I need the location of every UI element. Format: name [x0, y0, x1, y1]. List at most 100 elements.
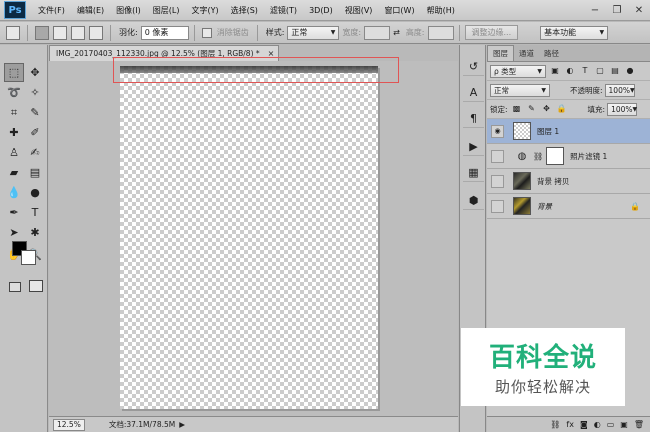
- layer-row[interactable]: 背景 拷贝: [487, 169, 650, 194]
- move-tool-icon[interactable]: ✥: [25, 63, 45, 82]
- document-canvas[interactable]: [120, 66, 378, 409]
- antialias-checkbox[interactable]: [201, 27, 212, 38]
- marquee-preset-icon[interactable]: [6, 25, 20, 40]
- eraser-tool-icon[interactable]: ▰: [4, 163, 24, 182]
- lock-label: 锁定:: [490, 104, 508, 114]
- mask-link-icon[interactable]: ⛓: [533, 152, 543, 161]
- menu-type[interactable]: 文字(Y): [185, 5, 224, 16]
- shape-filter-icon[interactable]: ▢: [594, 65, 606, 77]
- fx-icon[interactable]: fx: [566, 420, 574, 429]
- screen-mode-icon[interactable]: [29, 280, 43, 292]
- menu-3d[interactable]: 3D(D): [303, 6, 339, 15]
- chevron-down-icon: ▼: [330, 29, 336, 36]
- zoom-field[interactable]: 12.5%: [53, 418, 85, 431]
- tab-paths[interactable]: 路径: [539, 46, 564, 61]
- intersect-selection-icon[interactable]: [89, 25, 103, 40]
- group-icon[interactable]: ▭: [607, 420, 615, 429]
- background-color-swatch[interactable]: [21, 250, 36, 265]
- tab-layers[interactable]: 图层: [487, 45, 514, 61]
- subtract-selection-icon[interactable]: [71, 25, 85, 40]
- filter-toggle-icon[interactable]: ●: [624, 65, 636, 77]
- height-input[interactable]: [427, 25, 454, 40]
- quick-mask-icon[interactable]: [9, 282, 21, 292]
- lasso-tool-icon[interactable]: ➰: [4, 83, 24, 102]
- lock-pixels-icon[interactable]: ✎: [526, 103, 538, 115]
- smart-object-filter-icon[interactable]: ▤: [609, 65, 621, 77]
- history-brush-tool-icon[interactable]: ✍: [25, 143, 45, 162]
- trash-icon[interactable]: 🗑: [634, 420, 644, 429]
- layer-name: 背景 拷贝: [537, 176, 570, 186]
- visibility-toggle[interactable]: [491, 174, 504, 188]
- status-menu-arrow-icon[interactable]: ▶: [179, 420, 185, 429]
- visibility-toggle[interactable]: [491, 199, 504, 213]
- pixel-filter-icon[interactable]: ▣: [549, 65, 561, 77]
- adjustment-icon[interactable]: ◐: [594, 420, 601, 429]
- link-icon[interactable]: ⛓: [550, 420, 560, 429]
- lock-position-icon[interactable]: ✥: [541, 103, 553, 115]
- refine-edge-button[interactable]: 调整边缘...: [464, 25, 519, 40]
- divider: [256, 24, 258, 41]
- layer-row[interactable]: ◍ ⛓ 照片滤镜 1: [487, 144, 650, 169]
- visibility-toggle[interactable]: [491, 149, 504, 163]
- restore-button[interactable]: ❐: [606, 0, 628, 21]
- eyedropper-tool-icon[interactable]: ✎: [25, 103, 45, 122]
- menu-file[interactable]: 文件(F): [32, 5, 71, 16]
- lock-all-icon[interactable]: 🔒: [556, 103, 568, 115]
- swap-icon[interactable]: ⇄: [393, 28, 400, 37]
- layer-row[interactable]: 背景 🔒: [487, 194, 650, 219]
- minimize-button[interactable]: −: [584, 0, 606, 21]
- gradient-tool-icon[interactable]: ▤: [25, 163, 45, 182]
- type-filter-icon[interactable]: T: [579, 65, 591, 77]
- shape-tool-icon[interactable]: ✱: [25, 223, 45, 242]
- history-panel-icon[interactable]: ↺: [463, 57, 484, 76]
- mask-icon[interactable]: ◙: [580, 420, 588, 429]
- actions-panel-icon[interactable]: ▶: [463, 137, 484, 156]
- layer-thumbnail: [513, 197, 531, 215]
- photo-filter-adjustment-icon: ◍: [517, 150, 527, 162]
- pen-tool-icon[interactable]: ✒: [4, 203, 24, 222]
- magic-wand-tool-icon[interactable]: ✧: [25, 83, 45, 102]
- layer-row[interactable]: ◉ 图层 1: [487, 119, 650, 144]
- character-panel-icon[interactable]: A: [463, 83, 484, 102]
- path-select-tool-icon[interactable]: ➤: [4, 223, 24, 242]
- width-input[interactable]: [364, 25, 391, 40]
- add-selection-icon[interactable]: [53, 25, 67, 40]
- blur-tool-icon[interactable]: 💧: [4, 183, 24, 202]
- menu-image[interactable]: 图像(I): [110, 5, 147, 16]
- menu-layer[interactable]: 图层(L): [147, 5, 186, 16]
- menu-window[interactable]: 窗口(W): [378, 5, 420, 16]
- paragraph-panel-icon[interactable]: ¶: [463, 109, 484, 128]
- menu-view[interactable]: 视图(V): [339, 5, 379, 16]
- fill-input[interactable]: 100% ▼: [607, 102, 637, 116]
- style-select[interactable]: 正常 ▼: [287, 25, 340, 40]
- type-tool-icon[interactable]: T: [25, 203, 45, 222]
- feather-input[interactable]: 0 像素: [140, 25, 189, 40]
- opacity-input[interactable]: 100% ▼: [604, 83, 635, 97]
- new-selection-icon[interactable]: [35, 25, 49, 40]
- tab-channels[interactable]: 通道: [514, 46, 539, 61]
- menu-edit[interactable]: 编辑(E): [71, 5, 110, 16]
- dodge-tool-icon[interactable]: ●: [25, 183, 45, 202]
- layer-filter-select[interactable]: ρ 类型 ▼: [490, 64, 546, 78]
- adjustment-filter-icon[interactable]: ◐: [564, 65, 576, 77]
- close-button[interactable]: ✕: [628, 0, 650, 21]
- menu-bar: Ps 文件(F) 编辑(E) 图像(I) 图层(L) 文字(Y) 选择(S) 滤…: [0, 0, 650, 21]
- crop-tool-icon[interactable]: ⌗: [4, 103, 24, 122]
- workspace-select[interactable]: 基本功能 ▼: [540, 25, 609, 40]
- lock-transparent-icon[interactable]: ▩: [511, 103, 523, 115]
- menu-filter[interactable]: 滤镜(T): [264, 5, 303, 16]
- adjustments-panel-icon[interactable]: ▦: [463, 163, 484, 182]
- clone-stamp-tool-icon[interactable]: ♙: [4, 143, 24, 162]
- blend-mode-select[interactable]: 正常 ▼: [490, 83, 550, 97]
- menu-select[interactable]: 选择(S): [225, 5, 264, 16]
- rect-marquee-tool-icon[interactable]: ⬚: [4, 63, 24, 82]
- brush-tool-icon[interactable]: ✐: [25, 123, 45, 142]
- visibility-eye-icon[interactable]: ◉: [491, 124, 504, 138]
- lock-icon: 🔒: [630, 201, 640, 211]
- doc-size-info: 文档:37.1M/78.5M: [108, 420, 176, 429]
- 3d-panel-icon[interactable]: ⬢: [463, 191, 484, 210]
- menu-help[interactable]: 帮助(H): [421, 5, 461, 16]
- healing-brush-tool-icon[interactable]: ✚: [4, 123, 24, 142]
- new-layer-icon[interactable]: ▣: [620, 420, 628, 429]
- layer-mask-thumbnail[interactable]: [546, 147, 565, 165]
